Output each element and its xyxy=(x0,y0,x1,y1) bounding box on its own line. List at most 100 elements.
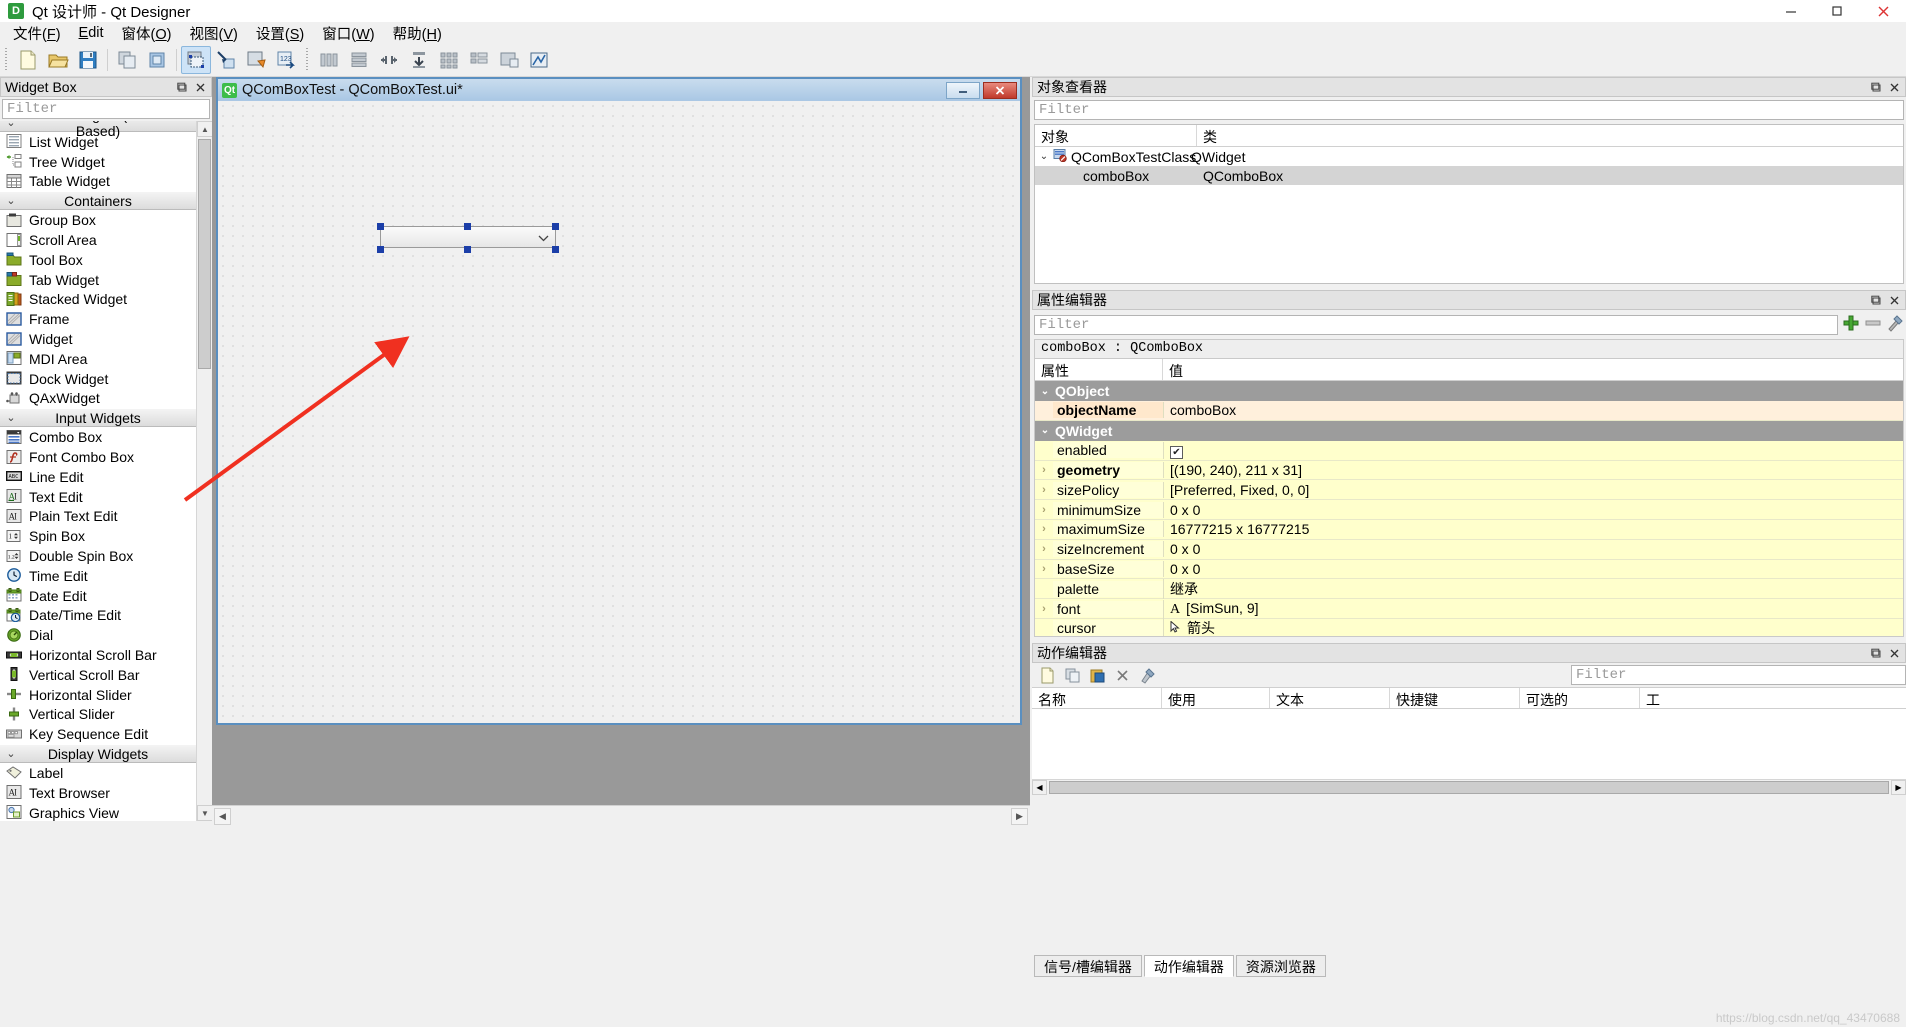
scroll-left-icon[interactable]: ◀ xyxy=(214,808,231,825)
save-icon[interactable] xyxy=(73,46,103,74)
column-header-class[interactable]: 类 xyxy=(1197,125,1903,146)
widget-box-item[interactable]: Widget xyxy=(0,329,196,349)
property-editor-table[interactable]: 属性值 ⌄ QObject objectName comboBox ⌄ QWidget ena… xyxy=(1034,359,1904,637)
scroll-right-icon[interactable]: ▶ xyxy=(1011,808,1028,825)
property-row[interactable]: cursor 箭头 xyxy=(1035,618,1903,636)
widget-box-item[interactable]: Scroll Area xyxy=(0,230,196,250)
float-icon[interactable] xyxy=(175,80,189,94)
widget-box-category-item-widgets[interactable]: ⌄Item Widgets (Item-Based) xyxy=(0,121,196,139)
adjust-size-icon[interactable] xyxy=(524,46,554,74)
action-column-header[interactable]: 文本 xyxy=(1270,688,1390,708)
menu-edit[interactable]: Edit xyxy=(70,23,113,43)
tab-action-editor[interactable]: 动作编辑器 xyxy=(1143,955,1234,977)
widget-box-category-input-widgets[interactable]: ⌄ Input Widgets xyxy=(0,408,196,428)
menu-file[interactable]: 文件(F) xyxy=(4,21,70,46)
close-icon[interactable] xyxy=(1887,293,1901,307)
property-value[interactable]: comboBox xyxy=(1163,402,1903,419)
maximize-icon[interactable] xyxy=(1814,0,1860,22)
enabled-checkbox[interactable]: ✔ xyxy=(1170,445,1183,459)
property-row[interactable]: › maximumSize 16777215 x 16777215 xyxy=(1035,519,1903,540)
scroll-right-icon[interactable]: ▶ xyxy=(1891,780,1906,795)
widget-box-item[interactable]: Date Edit xyxy=(0,586,196,606)
delete-action-icon[interactable] xyxy=(1111,665,1133,685)
widget-box-item[interactable]: A I Text Edit xyxy=(0,487,196,507)
scroll-up-icon[interactable]: ▲ xyxy=(197,121,213,137)
layout-horizontal-icon[interactable] xyxy=(314,46,344,74)
layout-grid-icon[interactable] xyxy=(434,46,464,74)
new-action-icon[interactable] xyxy=(1036,665,1058,685)
widget-box-item[interactable]: A I Plain Text Edit xyxy=(0,507,196,527)
widget-box-list[interactable]: ⌄Item Widgets (Item-Based)List Widget Tre… xyxy=(0,121,196,821)
new-file-icon[interactable] xyxy=(13,46,43,74)
property-value[interactable]: ✔ xyxy=(1163,441,1903,459)
widget-box-item[interactable]: Tree Widget xyxy=(0,152,196,172)
break-layout-icon[interactable] xyxy=(494,46,524,74)
chevron-right-icon[interactable]: › xyxy=(1035,563,1053,575)
form-window-title-bar[interactable]: Qt QComBoxTest - QComBoxTest.ui* xyxy=(218,79,1020,101)
action-editor-hscrollbar[interactable]: ◀ ▶ xyxy=(1032,779,1906,795)
widget-box-item[interactable]: QAxWidget xyxy=(0,389,196,409)
property-row[interactable]: objectName comboBox xyxy=(1035,401,1903,421)
action-scroll-thumb[interactable] xyxy=(1049,781,1889,794)
edit-signals-icon[interactable] xyxy=(211,46,241,74)
form-close-icon[interactable] xyxy=(983,81,1017,99)
widget-box-scrollbar[interactable]: ▲ ▼ xyxy=(196,121,213,821)
object-inspector-filter-input[interactable]: Filter xyxy=(1034,100,1904,120)
widget-box-item[interactable]: Tool Box xyxy=(0,250,196,270)
menu-window[interactable]: 窗口(W) xyxy=(313,21,383,46)
widget-box-category-display-widgets[interactable]: ⌄ Display Widgets xyxy=(0,744,196,764)
layout-form-icon[interactable] xyxy=(464,46,494,74)
toolbar-grip[interactable] xyxy=(3,48,10,72)
action-column-header[interactable]: 快捷键 xyxy=(1390,688,1520,708)
menu-help[interactable]: 帮助(H) xyxy=(384,21,451,46)
scroll-down-icon[interactable]: ▼ xyxy=(197,805,213,821)
column-header-object[interactable]: 对象 xyxy=(1035,125,1197,146)
property-value[interactable]: 箭头 xyxy=(1163,618,1903,636)
object-inspector-row[interactable]: ⌄ QComBoxTestClass QWidget xyxy=(1035,147,1903,166)
close-icon[interactable] xyxy=(193,80,207,94)
widget-box-item[interactable]: A I Text Browser xyxy=(0,783,196,803)
resize-handle-s[interactable] xyxy=(464,246,471,253)
property-row[interactable]: › minimumSize 0 x 0 xyxy=(1035,500,1903,520)
menu-form[interactable]: 窗体(O) xyxy=(113,21,181,46)
widget-box-item[interactable]: ABC Line Edit xyxy=(0,467,196,487)
chevron-down-icon[interactable]: ⌄ xyxy=(1035,425,1055,436)
copy-icon[interactable] xyxy=(112,46,142,74)
property-row[interactable]: › sizePolicy [Preferred, Fixed, 0, 0] xyxy=(1035,480,1903,501)
action-column-header[interactable]: 工 xyxy=(1640,688,1906,708)
tab-signal-slot-editor[interactable]: 信号/槽编辑器 xyxy=(1034,955,1142,977)
layout-splitter-h-icon[interactable] xyxy=(374,46,404,74)
chevron-down-icon[interactable]: ⌄ xyxy=(1035,386,1055,397)
float-icon[interactable] xyxy=(1869,80,1883,94)
action-editor-filter-input[interactable]: Filter xyxy=(1571,665,1906,685)
action-editor-body[interactable] xyxy=(1032,709,1906,779)
widget-box-category-containers[interactable]: ⌄ Containers xyxy=(0,191,196,211)
close-icon[interactable] xyxy=(1887,80,1901,94)
widget-box-item[interactable]: Table Widget xyxy=(0,172,196,192)
action-column-header[interactable]: 使用 xyxy=(1162,688,1270,708)
open-folder-icon[interactable] xyxy=(43,46,73,74)
widget-box-item[interactable]: Vertical Slider xyxy=(0,705,196,725)
property-row[interactable]: enabled ✔ xyxy=(1035,440,1903,461)
minimize-icon[interactable] xyxy=(1768,0,1814,22)
property-value[interactable]: [(190, 240), 211 x 31] xyxy=(1163,461,1903,478)
menu-settings[interactable]: 设置(S) xyxy=(247,21,313,46)
widget-box-item[interactable]: Stacked Widget xyxy=(0,290,196,310)
property-value[interactable]: 0 x 0 xyxy=(1163,560,1903,577)
property-value[interactable]: 0 x 0 xyxy=(1163,501,1903,518)
scroll-left-icon[interactable]: ◀ xyxy=(1032,780,1047,795)
widget-box-item[interactable]: Vertical Scroll Bar xyxy=(0,665,196,685)
remove-icon[interactable] xyxy=(1864,314,1882,335)
resize-handle-sw[interactable] xyxy=(377,246,384,253)
property-value[interactable]: 16777215 x 16777215 xyxy=(1163,521,1903,538)
widget-box-item[interactable]: 1 Spin Box xyxy=(0,526,196,546)
copy-action-icon[interactable] xyxy=(1061,665,1083,685)
resize-handle-ne[interactable] xyxy=(552,223,559,230)
menu-view[interactable]: 视图(V) xyxy=(181,21,247,46)
edit-tab-order-icon[interactable]: 123 xyxy=(271,46,301,74)
property-group-QWidget[interactable]: ⌄ QWidget xyxy=(1035,420,1903,441)
workspace-horizontal-scrollbar[interactable]: ◀ ▶ xyxy=(212,805,1030,827)
chevron-right-icon[interactable]: › xyxy=(1035,464,1053,476)
widget-box-item[interactable]: Combo Box xyxy=(0,427,196,447)
property-group-QObject[interactable]: ⌄ QObject xyxy=(1035,381,1903,401)
